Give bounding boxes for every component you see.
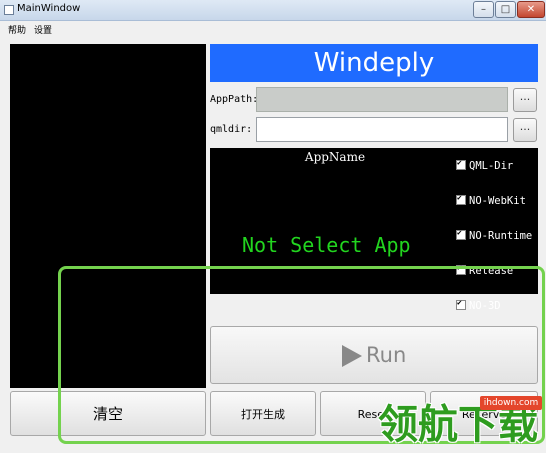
option-no-webkit[interactable]: NO-WebKit — [456, 193, 526, 207]
option-no-runtime[interactable]: NO-Runtime — [456, 228, 533, 242]
status-text: Not Select App — [242, 233, 411, 257]
apppath-label: AppPath: — [210, 94, 259, 105]
option-label: QML-Dir — [469, 160, 514, 172]
qmldir-input[interactable] — [256, 117, 508, 142]
minimize-button[interactable]: – — [473, 1, 494, 18]
browse-qmldir-button[interactable]: ... — [513, 118, 537, 142]
qmldir-label: qmldir: — [210, 124, 253, 135]
checkbox-icon[interactable] — [456, 228, 466, 240]
option-label: NO-WebKit — [469, 195, 526, 207]
close-button[interactable]: ✕ — [517, 1, 545, 18]
menu-bar — [0, 21, 546, 37]
menu-settings[interactable]: 设置 — [34, 23, 52, 36]
option-label: NO-Runtime — [469, 230, 533, 242]
app-banner: Windeply — [210, 44, 538, 82]
app-icon — [4, 5, 14, 15]
app-name-label: AppName — [304, 150, 366, 164]
watermark-site: ihdown.com — [480, 396, 542, 410]
title-bar — [0, 0, 546, 21]
window-title: MainWindow — [17, 3, 81, 14]
option-qml-dir[interactable]: QML-Dir — [456, 158, 514, 172]
apppath-input[interactable] — [256, 87, 508, 112]
checkbox-icon[interactable] — [456, 193, 466, 205]
menu-help[interactable]: 帮助 — [8, 23, 26, 36]
browse-apppath-button[interactable]: ... — [513, 88, 537, 112]
checkbox-icon[interactable] — [456, 158, 466, 170]
maximize-button[interactable]: □ — [495, 1, 516, 18]
